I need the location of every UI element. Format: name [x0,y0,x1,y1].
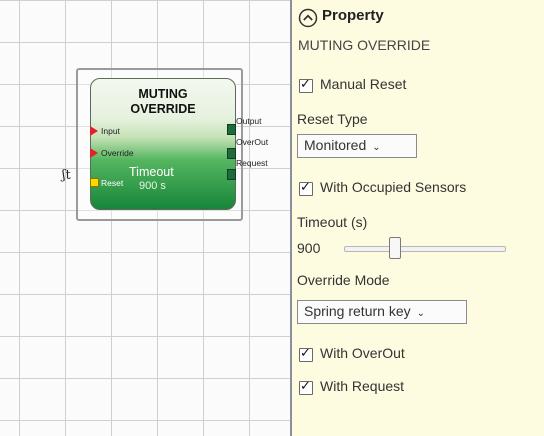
output-port-icon[interactable] [227,124,236,135]
request-port-icon[interactable] [227,169,236,180]
override-mode-label: Override Mode [297,272,390,288]
reset-type-dropdown[interactable]: Monitored ⌄ [297,134,417,158]
overout-port-icon[interactable] [227,148,236,159]
reset-type-value: Monitored [304,137,367,153]
input-arrow-icon[interactable] [90,126,98,136]
override-port-label: Override [101,148,134,158]
timeout-slider-track[interactable] [344,237,506,259]
block-title-line2: OVERRIDE [130,102,196,116]
timeout-label: Timeout (s) [297,214,368,230]
dropdown-chevron-down-icon: ⌄ [372,142,381,153]
timeout-slider-thumb[interactable] [389,237,401,259]
manual-reset-label: Manual Reset [320,76,407,92]
override-mode-value: Spring return key [304,303,411,319]
output-port-label: Output [236,116,262,126]
diagram-canvas[interactable]: ʃt MUTING OVERRIDE Input Override Reset … [0,0,290,436]
block-timeout-value: 900 s [139,180,166,192]
occupied-sensors-label: With Occupied Sensors [320,179,467,195]
manual-reset-checkbox[interactable] [299,77,313,93]
dropdown-chevron-down-icon: ⌄ [416,308,425,319]
panel-title: Property [322,7,384,24]
reset-port-label: Reset [101,178,124,188]
request-port-label: Request [236,158,268,168]
overout-label: With OverOut [320,345,405,361]
overout-port-label: OverOut [236,137,269,147]
timeout-value: 900 [297,240,321,256]
block-title-line1: MUTING [138,87,188,101]
reset-port-icon[interactable] [90,178,99,187]
panel-subtitle: MUTING OVERRIDE [298,37,431,53]
input-port-label: Input [101,126,120,136]
property-panel: Property MUTING OVERRIDE Manual Reset Re… [292,0,544,436]
reset-type-label: Reset Type [297,111,368,127]
reset-pulse-icon: ʃt [62,168,71,183]
override-arrow-icon[interactable] [90,148,98,158]
request-checkbox[interactable] [299,379,313,395]
request-label: With Request [320,378,405,394]
overout-checkbox[interactable] [299,346,313,362]
muting-override-block[interactable]: MUTING OVERRIDE Input Override Reset Tim… [90,78,236,210]
occupied-sensors-checkbox[interactable] [299,180,313,196]
override-mode-dropdown[interactable]: Spring return key ⌄ [297,300,467,324]
collapse-chevron-up-icon[interactable] [298,8,318,28]
block-timeout-label: Timeout [129,165,174,179]
